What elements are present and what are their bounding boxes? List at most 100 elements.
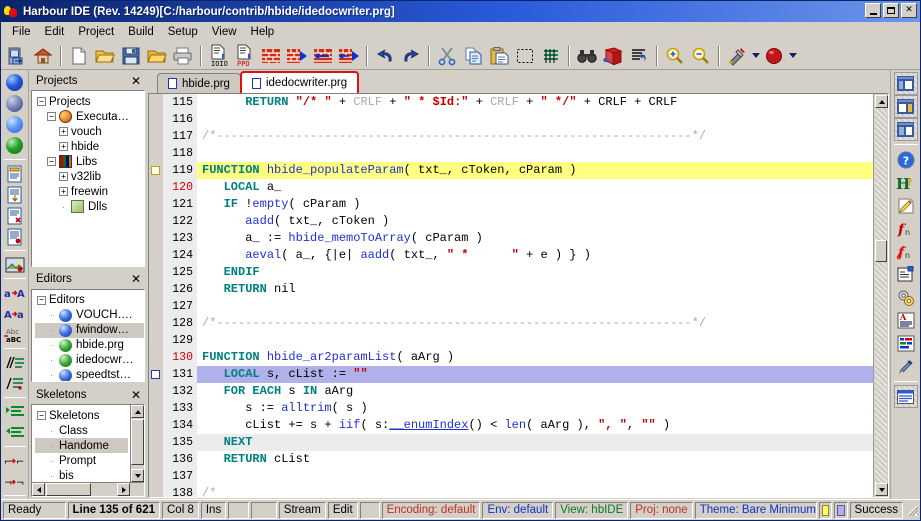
- binoculars-icon[interactable]: [574, 44, 600, 68]
- tools-icon[interactable]: [724, 44, 750, 68]
- minimize-button[interactable]: [865, 3, 881, 18]
- code-line[interactable]: /*--------------------------------------…: [197, 315, 873, 332]
- panel-right-icon[interactable]: [894, 95, 918, 118]
- scroll-down-button[interactable]: [875, 483, 888, 496]
- scroll-thumb-h[interactable]: [46, 483, 91, 496]
- menu-help[interactable]: Help: [244, 24, 282, 40]
- skeletons-vertical-scrollbar[interactable]: [130, 405, 144, 482]
- status-stream[interactable]: Stream: [279, 502, 326, 519]
- tree-item[interactable]: + freewin: [35, 184, 144, 199]
- status-theme[interactable]: Theme: Bare Minimum: [695, 502, 817, 519]
- home-icon[interactable]: [30, 44, 56, 68]
- tab-hbide-prg[interactable]: hbide.prg: [157, 73, 241, 93]
- list-item[interactable]: · fwindow…: [35, 323, 144, 338]
- scroll-down-button[interactable]: [131, 469, 144, 482]
- harbour-h-icon[interactable]: H?: [894, 171, 918, 194]
- exit-door-icon[interactable]: [4, 44, 30, 68]
- maximize-button[interactable]: [883, 3, 899, 18]
- fold-margin[interactable]: [149, 94, 163, 497]
- expander-icon[interactable]: +: [59, 142, 68, 151]
- comb-lines-icon[interactable]: [538, 44, 564, 68]
- expander-icon[interactable]: −: [47, 112, 56, 121]
- printer-icon[interactable]: [170, 44, 196, 68]
- doc-image-icon[interactable]: [3, 254, 27, 275]
- new-page-icon[interactable]: [66, 44, 92, 68]
- brick-wall-icon[interactable]: [258, 44, 284, 68]
- doc-a-icon[interactable]: A: [894, 309, 918, 332]
- expander-icon[interactable]: −: [37, 97, 46, 106]
- magnifier-minus-icon[interactable]: [688, 44, 714, 68]
- abc-ABC-icon[interactable]: AbcaBC: [3, 324, 27, 345]
- status-encoding[interactable]: Encoding: default: [382, 502, 481, 519]
- code-line[interactable]: [197, 145, 873, 162]
- green-ball-icon[interactable]: [3, 135, 27, 156]
- lightblue-ball-icon[interactable]: [3, 114, 27, 135]
- doc-mark-icon[interactable]: [3, 226, 27, 247]
- a-to-A-icon[interactable]: aA: [3, 282, 27, 303]
- code-line[interactable]: FUNCTION hbide_ar2paramList( aArg ): [197, 349, 873, 366]
- tree-item[interactable]: + hbide: [35, 139, 144, 154]
- code-line[interactable]: RETURN cList: [197, 451, 873, 468]
- open-folder-2-icon[interactable]: [144, 44, 170, 68]
- doc-delete-icon[interactable]: [3, 205, 27, 226]
- menu-setup[interactable]: Setup: [161, 24, 205, 40]
- lines-arrow-icon[interactable]: [626, 44, 652, 68]
- brick-wall-play-icon[interactable]: [284, 44, 310, 68]
- doc-ioio-icon[interactable]: IOIO: [206, 44, 232, 68]
- scroll-thumb[interactable]: [875, 240, 887, 262]
- menu-build[interactable]: Build: [121, 24, 161, 40]
- A-to-a-icon[interactable]: Aa: [3, 303, 27, 324]
- panel-left-icon[interactable]: [894, 72, 918, 95]
- close-button[interactable]: ✕: [901, 3, 917, 18]
- bracket-right-icon[interactable]: ⌐⌐: [3, 450, 27, 471]
- code-line[interactable]: FUNCTION hbide_populateParam( txt_, cTok…: [197, 162, 873, 179]
- expander-icon[interactable]: +: [59, 127, 68, 136]
- status-insert-mode[interactable]: Ins: [201, 502, 226, 519]
- projects-tree[interactable]: − Projects − Executa… + vouch: [31, 90, 145, 267]
- floppy-save-icon[interactable]: [118, 44, 144, 68]
- code-line[interactable]: RETURN "/* " + CRLF + " * $Id:" + CRLF +…: [197, 94, 873, 111]
- resize-grip[interactable]: [905, 503, 918, 517]
- paste-icon[interactable]: [486, 44, 512, 68]
- chevron-down-icon[interactable]: [750, 44, 761, 68]
- code-line[interactable]: [197, 332, 873, 349]
- expander-icon[interactable]: +: [59, 187, 68, 196]
- code-line[interactable]: LOCAL a_: [197, 179, 873, 196]
- code-line[interactable]: [197, 111, 873, 128]
- list-item[interactable]: · Class: [35, 423, 128, 438]
- code-line[interactable]: LOCAL s, cList := "": [197, 366, 873, 383]
- tab-idedocwriter-prg[interactable]: idedocwriter.prg: [240, 71, 359, 93]
- editors-panel-close-button[interactable]: ✕: [129, 273, 143, 285]
- red-sphere-icon[interactable]: [761, 44, 787, 68]
- uncomment-lines-icon[interactable]: [3, 373, 27, 394]
- doc-down-icon[interactable]: [3, 184, 27, 205]
- code-line[interactable]: [197, 298, 873, 315]
- tree-item[interactable]: + v32lib: [35, 169, 144, 184]
- status-swatch-blue[interactable]: [834, 502, 847, 519]
- code-line[interactable]: /*: [197, 485, 873, 497]
- fn-red-icon[interactable]: fn: [894, 217, 918, 240]
- code-line[interactable]: a_ := hbide_memoToArray( cParam ): [197, 230, 873, 247]
- output-lines-icon[interactable]: [894, 385, 918, 408]
- editors-tree[interactable]: − Editors · VOUCH…. · fwindow…: [31, 289, 145, 383]
- code-line[interactable]: aadd( txt_, cToken ): [197, 213, 873, 230]
- tree-item[interactable]: − Skeletons: [35, 408, 128, 423]
- dashed-selection-icon[interactable]: [512, 44, 538, 68]
- note-pencil-icon[interactable]: [894, 194, 918, 217]
- tree-item[interactable]: − Executa…: [35, 109, 144, 124]
- code-line[interactable]: ENDIF: [197, 264, 873, 281]
- scroll-track[interactable]: [875, 108, 887, 483]
- list-item[interactable]: · hbide.prg: [35, 338, 144, 353]
- comment-lines-icon[interactable]: [3, 352, 27, 373]
- scroll-thumb[interactable]: [131, 419, 144, 465]
- doc-color-rows-icon[interactable]: [894, 332, 918, 355]
- unindent-green-icon[interactable]: [3, 422, 27, 443]
- status-swatch-yellow[interactable]: [819, 502, 832, 519]
- bracket-left-icon[interactable]: ¬¬: [3, 471, 27, 492]
- expander-icon[interactable]: +: [59, 172, 68, 181]
- editor-vertical-scrollbar[interactable]: [873, 94, 888, 497]
- menu-file[interactable]: File: [5, 24, 38, 40]
- projects-panel-close-button[interactable]: ✕: [129, 75, 143, 87]
- tree-item[interactable]: − Libs: [35, 154, 144, 169]
- tree-item[interactable]: − Projects: [35, 94, 144, 109]
